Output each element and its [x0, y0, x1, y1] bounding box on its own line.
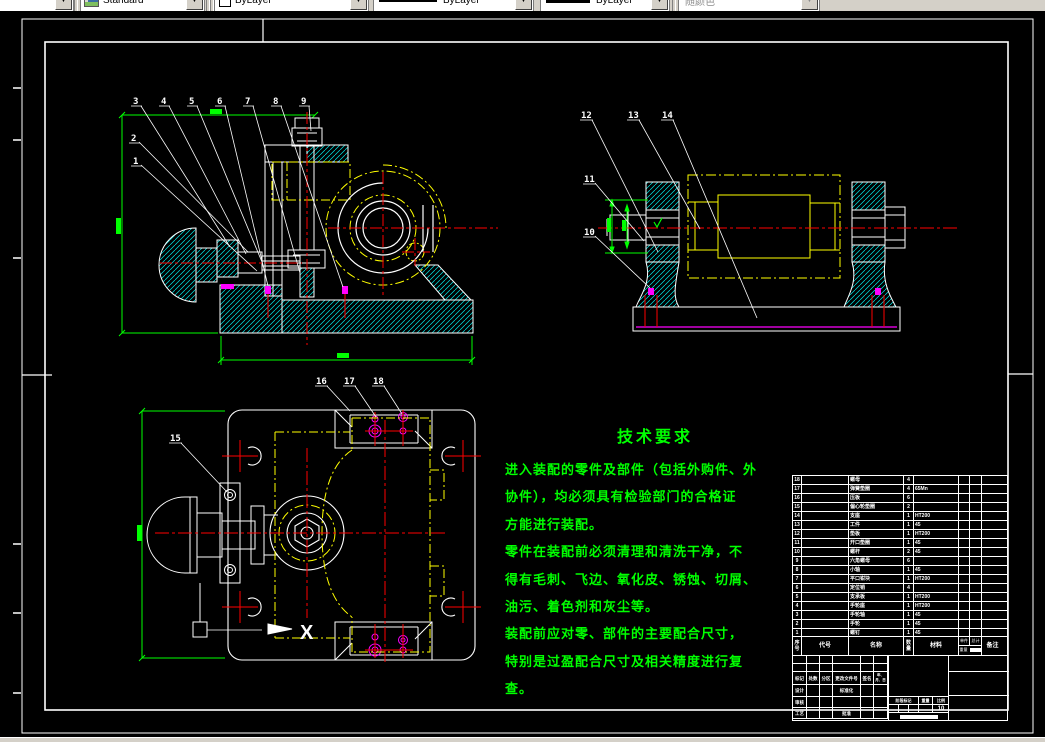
technical-requirements[interactable]: 技术要求 进入装配的零件及部件（包括外购件、外 协件），均必须具有检验部门的合格证…	[505, 423, 805, 703]
title-block[interactable]: 标记 处数 分区 更改文件号 签名 年、月、日 设计 标准化 审核 工艺 批准 阶段标记 重…	[792, 656, 1009, 721]
chevron-down-icon: ▼	[801, 0, 818, 10]
parts-list-row: 16 压板 6	[793, 494, 1007, 503]
linetype-control-combo[interactable]: ByLayer ▼	[373, 0, 534, 11]
parts-list-row: 17 弹簧垫圈 4 65Mn	[793, 485, 1007, 494]
command-line-edge[interactable]	[0, 737, 1045, 742]
header-code: 代号	[802, 637, 849, 655]
chevron-down-icon[interactable]: ▼	[651, 0, 668, 10]
color-combo-value: ByLayer	[235, 0, 272, 6]
parts-list-row: 10 螺杆 2 45	[793, 548, 1007, 557]
company-box	[949, 656, 1009, 672]
header-qty: 数量	[904, 637, 914, 655]
style-combo-value: Standard	[103, 0, 144, 6]
extra-box	[949, 696, 1009, 721]
parts-list-row: 14 支座 1 HT200	[793, 512, 1007, 521]
toolbar-separator	[74, 0, 78, 11]
chevron-down-icon[interactable]: ▼	[186, 0, 203, 10]
callout-10: 10	[584, 228, 595, 238]
callout-5: 5	[189, 97, 194, 107]
drawing-name-box	[889, 656, 949, 697]
parts-list-row: 15 偏心轮垫圈 2	[793, 503, 1007, 512]
parts-list-row: 4 手轮座 1 HT200	[793, 602, 1007, 611]
weight-value-blob	[969, 648, 981, 652]
callout-11: 11	[584, 175, 595, 185]
style-icon	[84, 0, 99, 7]
lineweight-control-combo[interactable]: ByLayer ▼	[540, 0, 670, 11]
parts-list-row: 18 螺母 4	[793, 476, 1007, 485]
callout-4: 4	[161, 97, 167, 107]
title-block-right	[949, 656, 1009, 721]
chevron-down-icon[interactable]: ▼	[55, 0, 72, 10]
section-label-x: X	[300, 622, 314, 644]
tech-req-line: 特别是过盈配合尺寸及相关精度进行复	[505, 653, 744, 669]
plotstyle-combo-value: 随颜色	[685, 0, 715, 8]
parts-list-row: 12 垫板 1 HT200	[793, 530, 1007, 539]
header-no: 序号	[793, 637, 802, 655]
callout-9: 9	[301, 97, 306, 107]
scale-value: 10	[937, 705, 945, 712]
parts-list-row: 8 小轴 1 45	[793, 566, 1007, 575]
side-view[interactable]: 12 13 14 11 10	[580, 111, 960, 332]
tech-req-line: 得有毛刺、飞边、氧化皮、锈蚀、切屑、	[505, 571, 758, 587]
tech-req-title: 技术要求	[616, 429, 693, 446]
callout-6: 6	[217, 97, 222, 107]
header-unit-total: 单件 总计 重量	[959, 637, 982, 655]
lineweight-icon	[546, 0, 590, 3]
callout-18: 18	[373, 377, 384, 387]
drawing-title-blob	[900, 715, 938, 719]
chevron-down-icon[interactable]: ▼	[350, 0, 367, 10]
header-mat: 材料	[914, 637, 959, 655]
callout-8: 8	[273, 97, 278, 107]
callout-3: 3	[133, 97, 138, 107]
parts-list-header: 序号 代号 名称 数量 材料 单件 总计 重量 备注	[792, 637, 1008, 656]
callout-16: 16	[316, 377, 327, 387]
color-control-combo[interactable]: ByLayer ▼	[214, 0, 369, 11]
tech-req-line: 协件），均必须具有检验部门的合格证	[505, 489, 737, 505]
callout-14: 14	[662, 111, 673, 121]
top-toolbar: ▼ Standard ▼ ByLayer ▼ ByLayer ▼ ByLayer…	[0, 0, 1045, 11]
parts-list-table[interactable]: 18 螺母 4 17 弹簧垫圈 4 65Mn 16 压板 6 15 偏心轮垫圈 …	[792, 475, 1008, 638]
parts-list-row: 7 平口钳块 1 HT200	[793, 575, 1007, 584]
parts-list-row: 2 手轮 1 45	[793, 620, 1007, 629]
tech-req-line: 进入装配的零件及部件（包括外购件、外	[505, 462, 758, 477]
linetype-icon	[379, 0, 437, 2]
header-note: 备注	[986, 643, 999, 649]
parts-list-row: 13 工件 1 45	[793, 521, 1007, 530]
tech-req-line: 方能进行装配。	[505, 516, 604, 532]
tech-req-line: 油污、着色剂和灰尘等。	[505, 599, 660, 615]
parts-list-row: 3 手轮轴 1 45	[793, 611, 1007, 620]
callout-1: 1	[133, 157, 138, 167]
parts-list-row: 5 支承板 1 HT200	[793, 593, 1007, 602]
tech-req-line: 零件在装配前必须清理和清洗干净，不	[505, 544, 744, 560]
plan-view[interactable]: X 16 17 18 15	[137, 377, 481, 662]
lineweight-combo-value: ByLayer	[596, 0, 633, 6]
title-block-middle: 阶段标记 重量 比例 10	[889, 656, 949, 721]
callout-12: 12	[581, 111, 592, 121]
parts-list-row: 6 定位销 4	[793, 584, 1007, 593]
chevron-down-icon[interactable]: ▼	[515, 0, 532, 10]
text-style-combo[interactable]: Standard ▼	[80, 0, 205, 11]
linetype-combo-value: ByLayer	[443, 0, 480, 6]
front-view[interactable]: 3 4 5 6 7 8 9 2 1	[116, 97, 498, 365]
drawing-number-box	[949, 672, 1009, 696]
callout-17: 17	[344, 377, 355, 387]
callout-15: 15	[170, 434, 181, 444]
parts-list-row: 11 开口垫圈 1 45	[793, 539, 1007, 548]
plotstyle-control-combo: 随颜色 ▼	[678, 0, 820, 11]
drawing-canvas[interactable]: 3 4 5 6 7 8 9 2 1 12 13 14 11 10 X 16 17…	[0, 11, 1045, 737]
header-name: 名称	[849, 637, 904, 655]
tech-req-line: 查。	[505, 681, 534, 697]
cad-application-window: { "toolbar": { "style_label": "Standard"…	[0, 0, 1045, 742]
callout-7: 7	[245, 97, 250, 107]
color-swatch-icon	[219, 0, 231, 7]
callout-13: 13	[628, 111, 639, 121]
tech-req-line: 装配前应对零、部件的主要配合尺寸，	[505, 626, 744, 642]
toolbar-separator	[672, 0, 676, 11]
parts-list-row: 9 六角螺母 6	[793, 557, 1007, 566]
callout-2: 2	[131, 134, 136, 144]
layer-combo[interactable]: ▼	[0, 0, 74, 11]
tech-req-body: 进入装配的零件及部件（包括外购件、外 协件），均必须具有检验部门的合格证 方能进行装…	[505, 456, 805, 703]
revision-table: 标记 处数 分区 更改文件号 签名 年、月、日 设计 标准化 审核 工艺 批准	[793, 656, 889, 721]
